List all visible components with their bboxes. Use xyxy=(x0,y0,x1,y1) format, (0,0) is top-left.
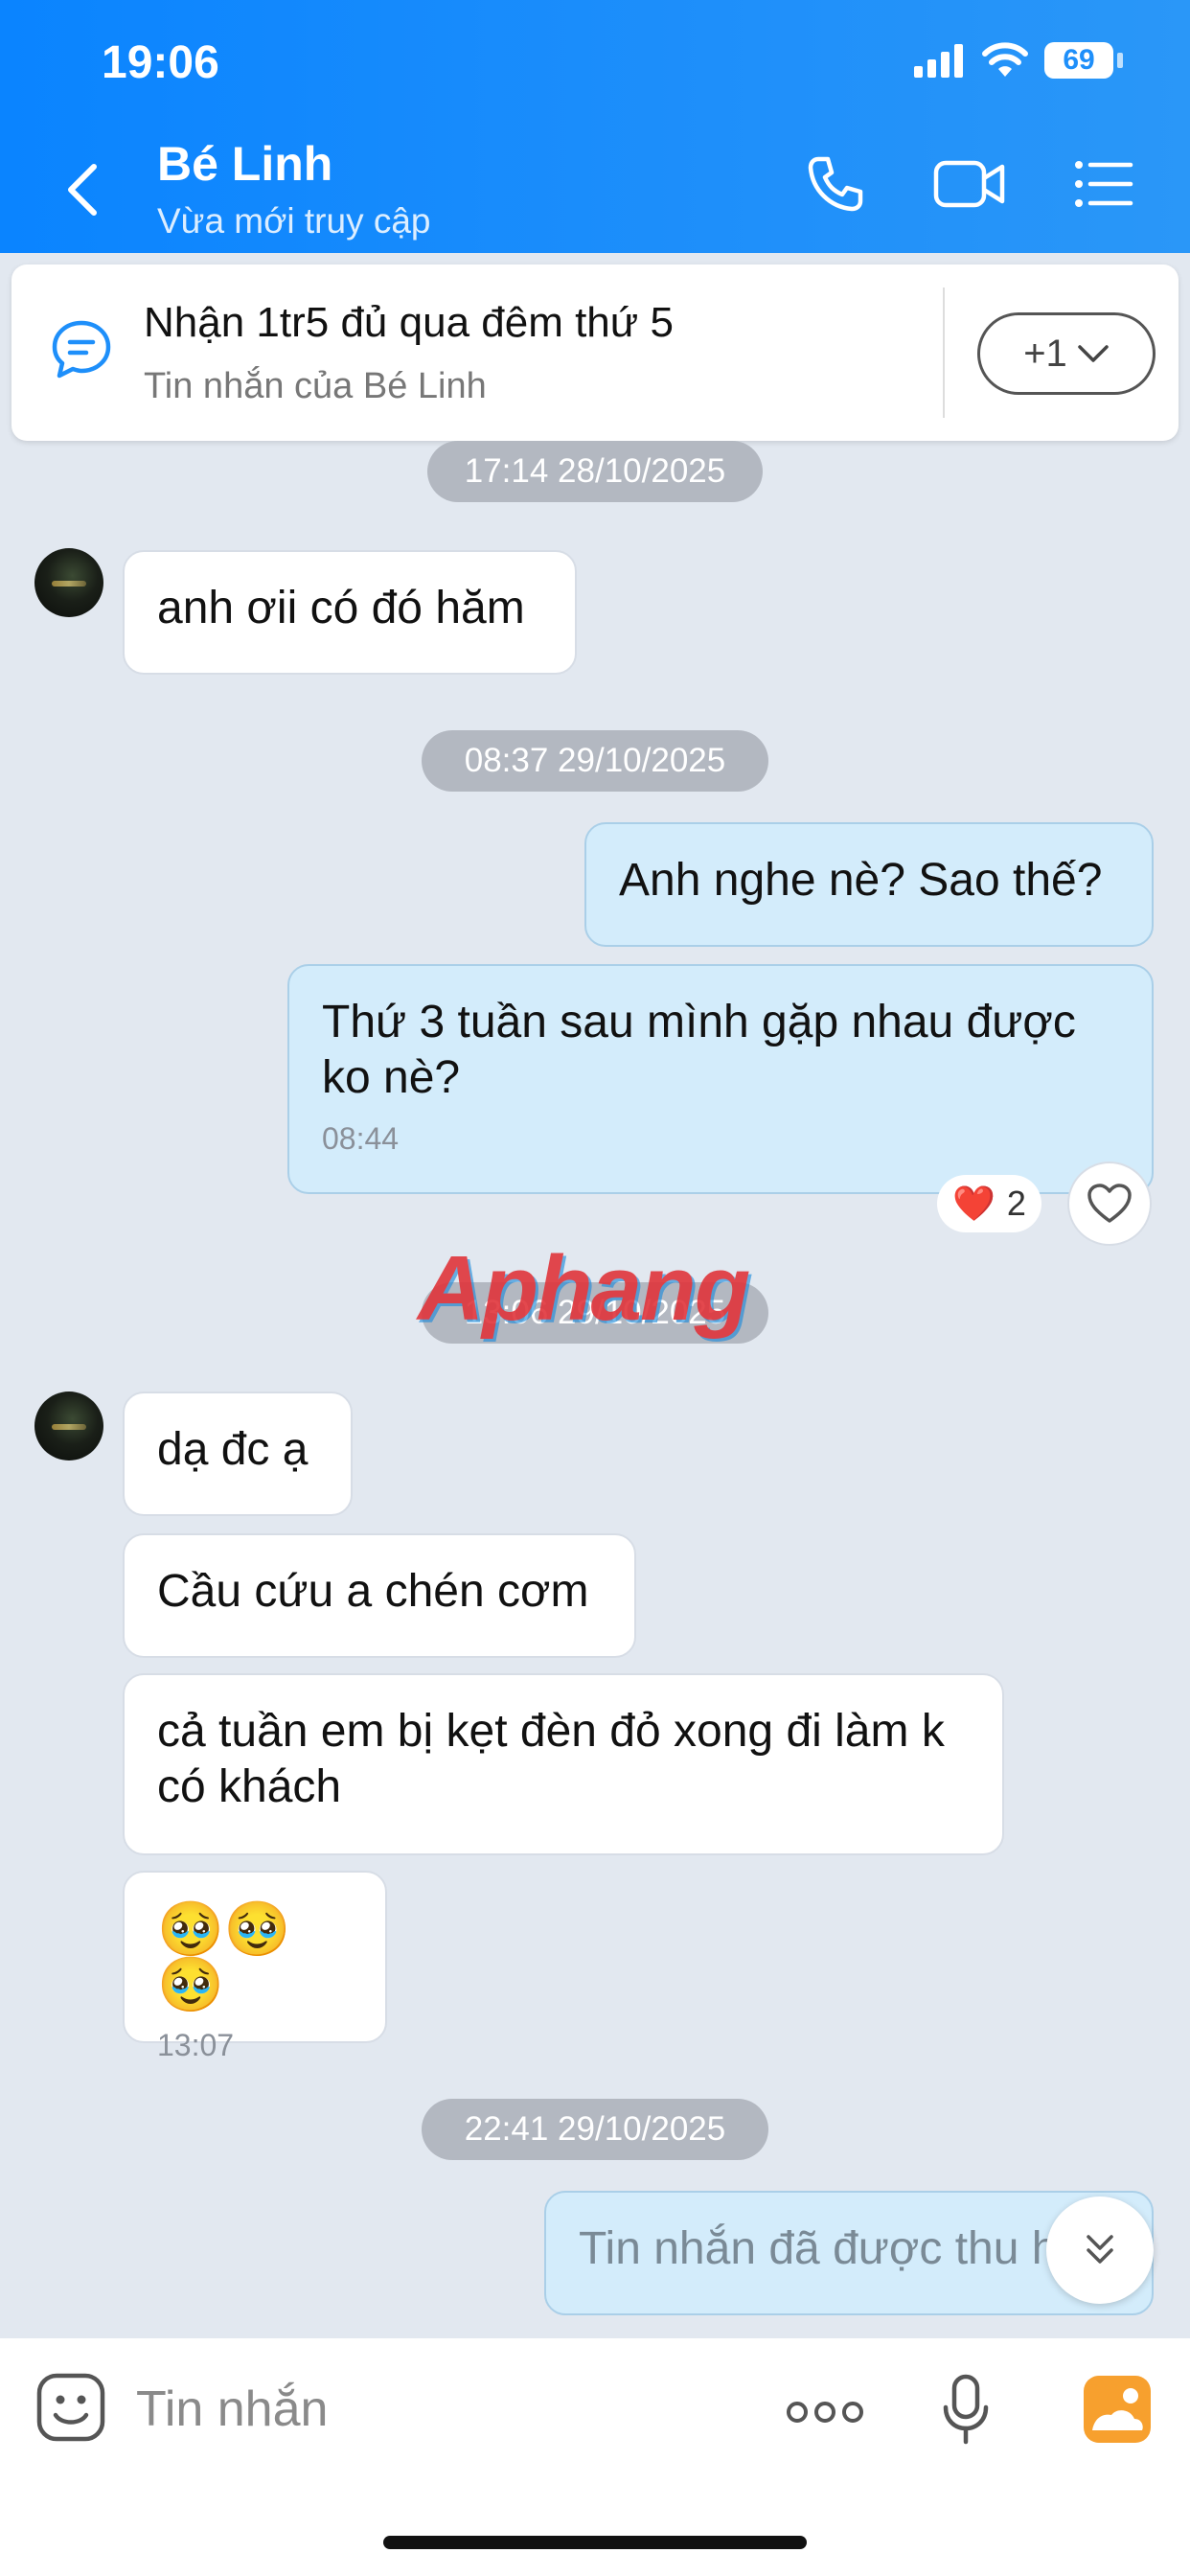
outgoing-message-bubble[interactable]: Anh nghe nè? Sao thế? xyxy=(584,822,1154,947)
heart-outline-icon xyxy=(1087,1184,1132,1223)
message-input[interactable]: Tin nhắn xyxy=(136,2380,328,2438)
message-text: anh ơii có đó hăm xyxy=(157,583,525,633)
double-chevron-down-icon xyxy=(1087,2235,1113,2264)
pinned-subtitle: Tin nhắn của Bé Linh xyxy=(144,366,487,406)
pinned-divider xyxy=(943,288,945,418)
timestamp-divider: 22:41 29/10/2025 xyxy=(422,2099,768,2160)
message-text: cả tuần em bị kẹt đèn đỏ xong đi làm k c… xyxy=(157,1706,945,1812)
home-indicator xyxy=(383,2536,807,2549)
message-time: 13:07 xyxy=(157,2028,235,2062)
more-options-icon[interactable] xyxy=(786,2400,864,2425)
pinned-title: Nhận 1tr5 đủ qua đêm thứ 5 xyxy=(144,299,674,346)
incoming-message-bubble[interactable]: anh ơii có đó hăm xyxy=(123,550,577,675)
message-text: Cầu cứu a chén cơm xyxy=(157,1566,589,1617)
reaction-badge[interactable]: ❤️ 2 xyxy=(937,1175,1041,1232)
chat-bubble-icon xyxy=(52,320,111,379)
wifi-icon xyxy=(982,42,1028,77)
message-text: Thứ 3 tuần sau mình gặp nhau được ko nè? xyxy=(322,997,1076,1103)
pinned-more-label: +1 xyxy=(1023,332,1067,375)
incoming-message-bubble[interactable]: 🥹🥹🥹 13:07 xyxy=(123,1871,387,2062)
pinned-more-button[interactable]: +1 xyxy=(977,312,1156,395)
chevron-down-icon xyxy=(1078,345,1109,362)
message-input-bar: Tin nhắn xyxy=(0,2338,1190,2576)
react-heart-button[interactable] xyxy=(1067,1162,1152,1246)
battery-icon: 69 xyxy=(1044,42,1113,79)
contact-avatar[interactable] xyxy=(34,1392,103,1460)
message-time: 08:44 xyxy=(322,1121,400,1156)
signal-icon xyxy=(914,44,963,78)
menu-list-icon[interactable] xyxy=(1073,153,1134,215)
phone-call-icon[interactable] xyxy=(805,153,866,215)
watermark-logo: Aphang xyxy=(418,1237,750,1340)
video-call-icon[interactable] xyxy=(933,153,1006,215)
incoming-message-bubble[interactable]: Cầu cứu a chén cơm xyxy=(123,1533,636,1658)
photo-gallery-icon[interactable] xyxy=(1081,2373,1154,2446)
message-text: dạ đc ạ xyxy=(157,1424,309,1475)
status-icons: 69 xyxy=(912,42,1123,79)
back-icon[interactable] xyxy=(59,161,107,218)
message-text: Anh nghe nè? Sao thế? xyxy=(619,855,1103,906)
incoming-message-bubble[interactable]: dạ đc ạ xyxy=(123,1392,353,1516)
contact-status: Vừa mới truy cập xyxy=(157,201,431,241)
incoming-message-bubble[interactable]: cả tuần em bị kẹt đèn đỏ xong đi làm k c… xyxy=(123,1673,1004,1855)
microphone-icon[interactable] xyxy=(941,2373,991,2446)
message-text: 🥹🥹🥹 xyxy=(157,1898,291,2014)
contact-avatar[interactable] xyxy=(34,548,103,617)
timestamp-divider: 08:37 29/10/2025 xyxy=(422,730,768,792)
contact-name[interactable]: Bé Linh xyxy=(157,136,332,192)
battery-cap xyxy=(1117,53,1123,68)
emoji-sticker-icon[interactable] xyxy=(34,2371,107,2444)
pinned-message-card[interactable]: Nhận 1tr5 đủ qua đêm thứ 5 Tin nhắn của … xyxy=(11,264,1179,441)
chat-header: 19:06 69 Bé Linh Vừa mới truy cập xyxy=(0,0,1190,253)
status-time: 19:06 xyxy=(102,37,219,88)
message-text: Tin nhắn đã được thu hồi xyxy=(579,2223,1093,2274)
reaction-count: 2 xyxy=(1006,1184,1026,1223)
scroll-to-bottom-button[interactable] xyxy=(1046,2196,1154,2304)
heart-reaction-icon: ❤️ xyxy=(952,1184,995,1223)
outgoing-message-bubble[interactable]: Thứ 3 tuần sau mình gặp nhau được ko nè?… xyxy=(287,964,1154,1194)
timestamp-divider: 17:14 28/10/2025 xyxy=(427,441,763,502)
